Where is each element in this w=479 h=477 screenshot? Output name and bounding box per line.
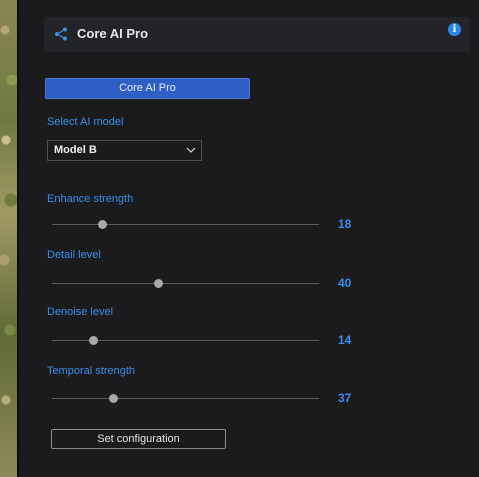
temporal-strength-thumb[interactable] bbox=[108, 394, 118, 403]
detail-level-label: Detail level bbox=[47, 249, 101, 261]
info-icon[interactable]: i bbox=[448, 23, 461, 36]
temporal-strength-label: Temporal strength bbox=[47, 365, 136, 377]
settings-panel bbox=[19, 0, 479, 477]
denoise-level-value: 14 bbox=[338, 333, 352, 347]
panel-header: Core AI Pro i bbox=[44, 17, 470, 52]
denoise-level-thumb[interactable] bbox=[88, 336, 98, 345]
chevron-down-icon bbox=[186, 147, 196, 153]
share-icon bbox=[55, 27, 67, 41]
app-root: Core AI Pro i Core AI Pro Select AI mode… bbox=[0, 0, 479, 477]
background-photo-strip bbox=[0, 0, 17, 477]
temporal-strength-value: 37 bbox=[338, 391, 352, 405]
enhance-strength-label: Enhance strength bbox=[47, 193, 134, 205]
enhance-strength-value: 18 bbox=[338, 217, 352, 231]
select-model-label: Select AI model bbox=[47, 116, 124, 128]
denoise-level-track[interactable] bbox=[52, 336, 319, 345]
set-configuration-button[interactable]: Set configuration bbox=[51, 429, 226, 449]
detail-level-track[interactable] bbox=[52, 279, 319, 288]
model-select-value: Model B bbox=[54, 144, 97, 156]
temporal-strength-track[interactable] bbox=[52, 394, 319, 403]
enhance-strength-track[interactable] bbox=[52, 220, 319, 229]
denoise-level-label: Denoise level bbox=[47, 306, 114, 318]
panel-title: Core AI Pro bbox=[77, 26, 149, 41]
model-select[interactable]: Model B bbox=[47, 140, 202, 161]
detail-level-value: 40 bbox=[338, 276, 352, 290]
core-ai-pro-button[interactable]: Core AI Pro bbox=[45, 78, 250, 99]
